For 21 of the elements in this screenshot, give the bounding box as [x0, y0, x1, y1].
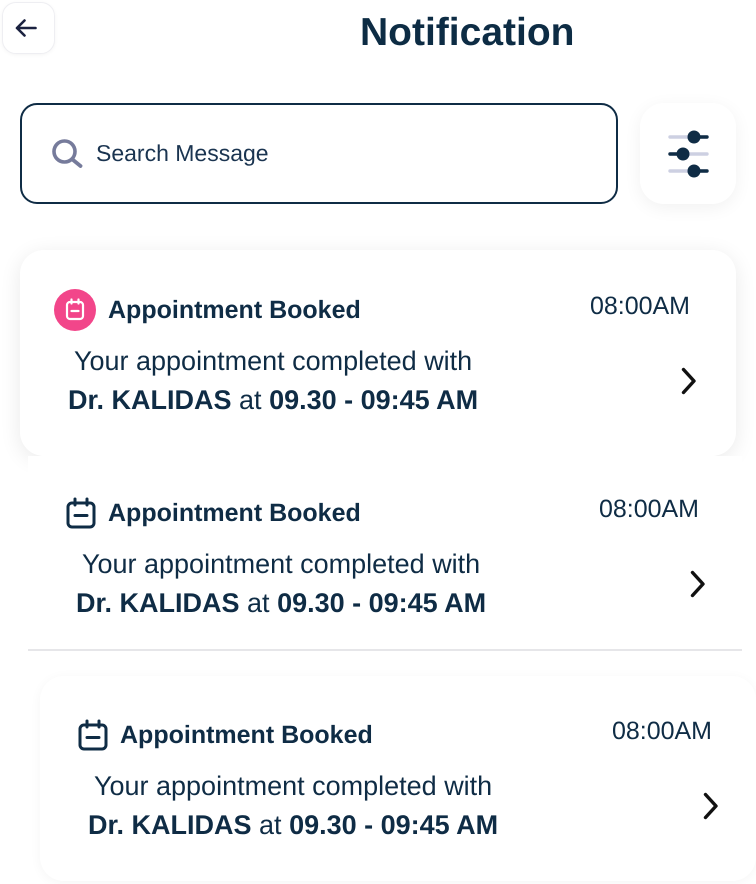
search-icon [52, 139, 83, 168]
back-button[interactable] [2, 2, 55, 54]
filter-button[interactable] [640, 103, 736, 204]
notification-title: Appointment Booked [108, 498, 361, 528]
notification-time: 08:00AM [612, 716, 712, 746]
notification-message: Your appointment completed with Dr. KALIDAS at 09.30 - 09:45 AM [76, 548, 486, 620]
chevron-right-icon [690, 570, 706, 598]
arrow-left-icon [14, 19, 36, 37]
notification-title: Appointment Booked [108, 296, 361, 324]
chevron-right-icon [703, 792, 719, 820]
notification-time: 08:00AM [598, 494, 699, 524]
notification-title: Appointment Booked [120, 720, 373, 750]
notification-card[interactable]: Appointment Booked 08:00AM Your appointment completed with Dr. KALIDAS at 09.30 - 09:45 AM [20, 250, 736, 456]
notification-message: Your appointment completed with Dr. KALIDAS at 09.30 - 09:45 AM [68, 345, 478, 417]
sliders-icon [668, 130, 708, 178]
page-title: Notification [360, 11, 574, 55]
notification-time: 08:00AM [590, 292, 690, 320]
notification-card[interactable]: Appointment Booked 08:00AM Your appointment completed with Dr. KALIDAS at 09.30 - 09:45 AM [40, 676, 756, 881]
search-field[interactable]: Search Message [20, 103, 618, 204]
chevron-right-icon [681, 367, 697, 395]
notification-message: Your appointment completed with Dr. KALIDAS at 09.30 - 09:45 AM [88, 770, 498, 842]
